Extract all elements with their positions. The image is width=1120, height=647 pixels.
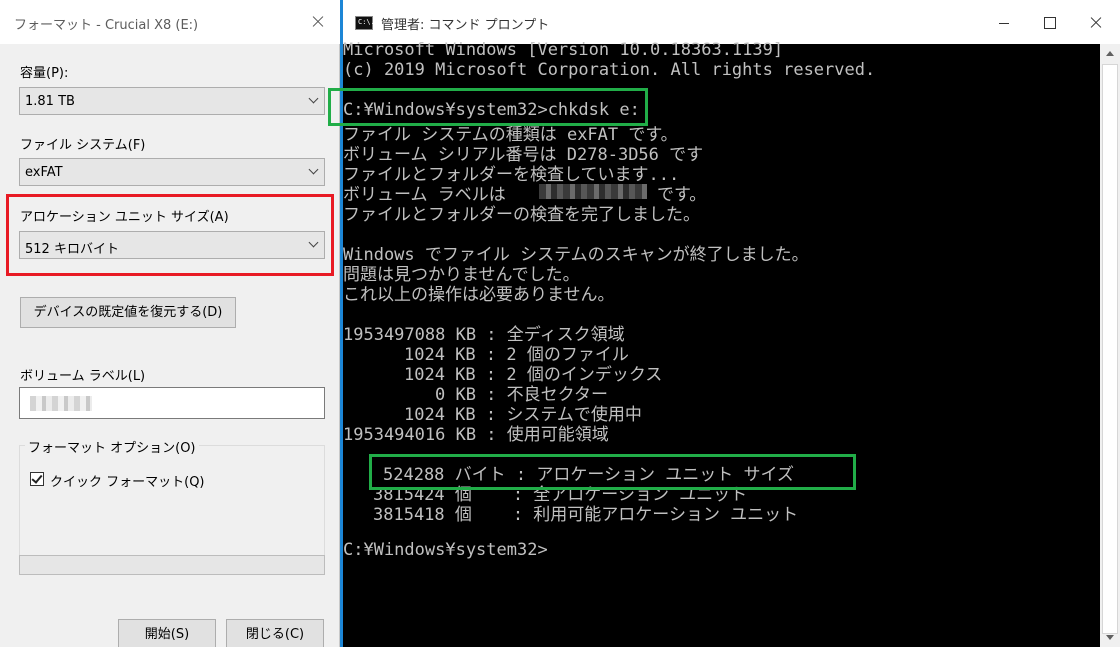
close-button[interactable]: 閉じる(C): [226, 619, 324, 647]
start-button[interactable]: 開始(S): [118, 619, 216, 647]
command-prompt-window: C:\. 管理者: コマンド プロンプト Microsoft Windows […: [328, 0, 1120, 647]
capacity-label: 容量(P):: [20, 66, 69, 81]
redacted-volume-label: [539, 184, 647, 199]
filesystem-select[interactable]: exFAT: [19, 158, 325, 186]
chevron-down-icon: [308, 164, 319, 175]
format-dialog: フォーマット - Crucial X8 (E:) 容量(P): 1.81 TB …: [0, 0, 340, 647]
console-line: 3815418 個 : 利用可能アロケーション ユニット: [373, 505, 799, 525]
chkdsk-command-highlight: [328, 88, 648, 126]
scroll-up-icon[interactable]: [1106, 51, 1114, 56]
format-options-label: フォーマット オプション(O): [25, 437, 199, 456]
minimize-icon[interactable]: [982, 0, 1028, 44]
scroll-down-icon[interactable]: [1106, 635, 1114, 640]
format-dialog-titlebar[interactable]: フォーマット - Crucial X8 (E:): [0, 0, 340, 44]
cmd-title: 管理者: コマンド プロンプト: [381, 18, 550, 33]
console-line: (c) 2019 Microsoft Corporation. All righ…: [343, 60, 876, 80]
console-line: ファイルとフォルダーの検査を完了しました。: [343, 205, 700, 225]
chevron-down-icon: [308, 93, 319, 104]
format-progress-bar: [19, 555, 325, 575]
close-icon[interactable]: [1073, 0, 1119, 44]
restore-defaults-button[interactable]: デバイスの既定値を復元する(D): [20, 297, 236, 328]
console-line: Microsoft Windows [Version 10.0.18363.11…: [343, 40, 784, 60]
close-icon[interactable]: [294, 0, 340, 44]
alloc-unit-highlight: [6, 194, 334, 276]
quick-format-label[interactable]: クイック フォーマット(Q): [50, 471, 205, 490]
console-output[interactable]: Microsoft Windows [Version 10.0.18363.11…: [328, 40, 1099, 647]
format-dialog-title: フォーマット - Crucial X8 (E:): [14, 18, 199, 33]
console-line: これ以上の操作は必要ありません。: [343, 285, 615, 305]
console-line: 1953494016 KB : 使用可能領域: [343, 425, 609, 445]
volume-label-input[interactable]: [19, 387, 325, 419]
alloc-unit-size-highlight: [369, 454, 856, 490]
redacted-volume-label: [30, 396, 92, 411]
filesystem-value: exFAT: [25, 165, 63, 180]
cmd-titlebar[interactable]: C:\. 管理者: コマンド プロンプト: [343, 0, 1120, 44]
format-options-group: [19, 445, 325, 567]
vertical-scrollbar[interactable]: [1100, 44, 1120, 647]
quick-format-checkbox[interactable]: [30, 472, 44, 486]
filesystem-label: ファイル システム(F): [20, 138, 146, 153]
maximize-icon[interactable]: [1027, 0, 1073, 44]
cmd-app-icon: C:\.: [355, 16, 375, 30]
volume-label-label: ボリューム ラベル(L): [20, 369, 146, 384]
capacity-select[interactable]: 1.81 TB: [19, 87, 325, 115]
capacity-value: 1.81 TB: [25, 94, 75, 109]
console-prompt-line: C:¥Windows¥system32>: [343, 540, 548, 560]
scrollbar-thumb[interactable]: [1102, 64, 1118, 634]
